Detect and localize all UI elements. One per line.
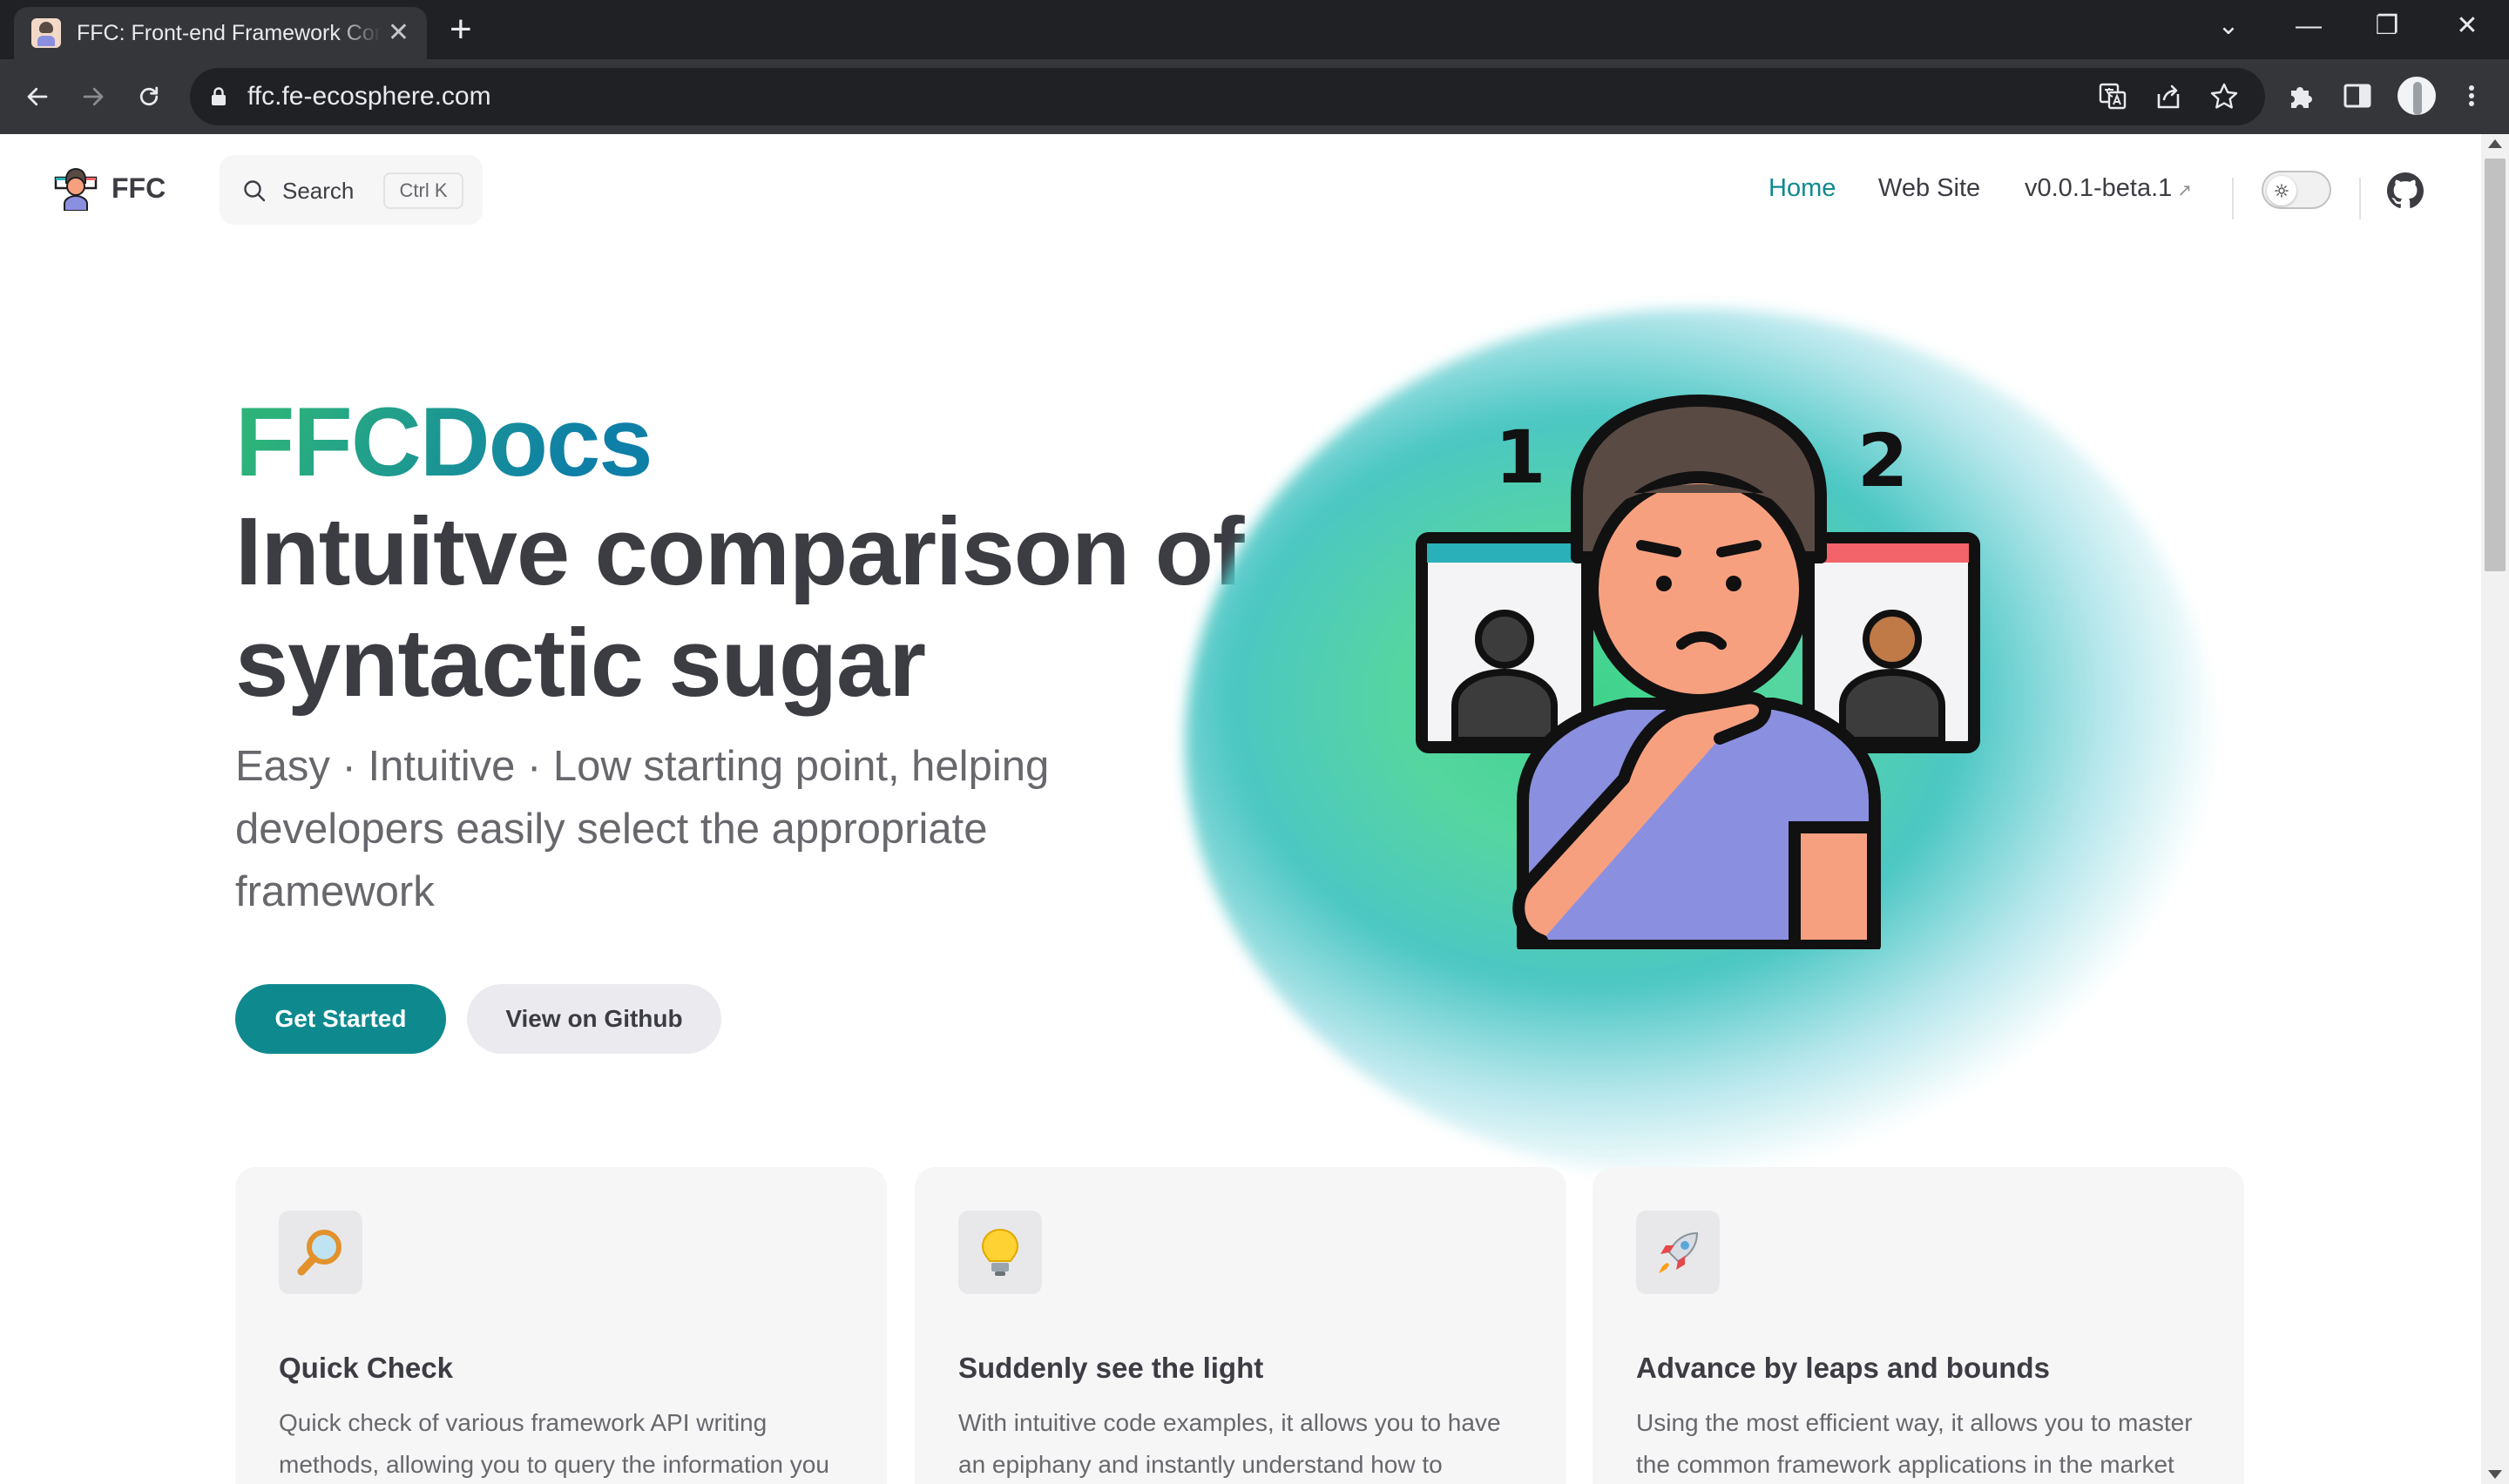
back-icon[interactable] (17, 77, 57, 117)
feature-card-quick-check: Quick Check Quick check of various frame… (235, 1167, 887, 1484)
tab-title: FFC: Front-end Framework Comparison (77, 20, 382, 45)
browser-menu-icon[interactable] (2458, 80, 2485, 111)
logo-icon[interactable] (54, 167, 98, 211)
browser-toolbar: ffc.fe-ecosphere.com (0, 59, 2509, 134)
nav-divider (2359, 178, 2361, 219)
new-tab-button[interactable]: + (450, 10, 472, 49)
url-text[interactable]: ffc.fe-ecosphere.com (247, 82, 491, 111)
nav-link-web-site[interactable]: Web Site (1878, 174, 1980, 203)
search-label: Search (282, 178, 355, 204)
magnifier-icon (279, 1211, 362, 1294)
feature-description: Using the most efficient way, it allows … (1636, 1409, 2193, 1478)
scroll-thumb[interactable] (2485, 159, 2506, 571)
address-bar[interactable]: ffc.fe-ecosphere.com (190, 68, 2265, 125)
view-on-github-button[interactable]: View on Github (467, 984, 721, 1054)
page-viewport: FFC Search Ctrl K Home Web Site v0.0.1-b… (0, 134, 2509, 1484)
profile-avatar[interactable] (2397, 77, 2436, 115)
rocket-icon (1636, 1211, 1720, 1294)
scroll-up-arrow-icon[interactable] (2488, 139, 2502, 148)
close-tab-icon[interactable]: ✕ (388, 20, 409, 46)
feature-title: Quick Check (279, 1352, 453, 1384)
sun-icon (2275, 184, 2289, 198)
github-icon[interactable] (2387, 172, 2424, 209)
thinking-person-illustration: 1 2 (1416, 395, 1980, 949)
reload-icon[interactable] (129, 77, 169, 117)
lock-icon[interactable] (211, 87, 227, 106)
extensions-icon[interactable] (2286, 80, 2317, 111)
feature-description: Quick check of various framework API wri… (279, 1409, 829, 1478)
nav-divider (2232, 178, 2234, 219)
scroll-down-arrow-icon[interactable] (2488, 1470, 2502, 1479)
forward-icon[interactable] (73, 77, 113, 117)
external-link-icon: ↗ (2177, 181, 2193, 200)
browser-tab[interactable]: FFC: Front-end Framework Comparison ✕ (14, 7, 427, 59)
theme-toggle[interactable] (2262, 171, 2331, 209)
nav-link-version[interactable]: v0.0.1-beta.1 ↗ (2025, 174, 2192, 203)
feature-title: Advance by leaps and bounds (1636, 1352, 2050, 1384)
hero-headline: Intuitve comparison of syntactic sugar (235, 498, 1245, 717)
close-window-icon[interactable]: ✕ (2441, 9, 2493, 44)
search-button[interactable]: Search Ctrl K (220, 155, 483, 225)
translate-icon[interactable] (2098, 82, 2127, 111)
bookmark-star-icon[interactable] (2209, 82, 2239, 111)
hero-name: FFCDocs (235, 388, 653, 496)
get-started-button[interactable]: Get Started (235, 984, 446, 1054)
lightbulb-icon (958, 1211, 1042, 1294)
browser-tab-bar: FFC: Front-end Framework Comparison ✕ + … (0, 0, 2509, 59)
search-shortcut: Ctrl K (383, 172, 463, 209)
feature-title: Suddenly see the light (958, 1352, 1264, 1384)
tab-search-icon[interactable]: ⌄ (2202, 9, 2255, 44)
hero-tagline: Easy · Intuitive · Low starting point, h… (235, 743, 1050, 915)
search-icon (244, 180, 266, 202)
feature-card-see-the-light: Suddenly see the light With intuitive co… (915, 1167, 1566, 1484)
side-panel-icon[interactable] (2342, 80, 2373, 111)
nav-link-home[interactable]: Home (1768, 174, 1836, 203)
page-scrollbar[interactable] (2481, 134, 2509, 1484)
feature-description: With intuitive code examples, it allows … (958, 1409, 1501, 1478)
restore-icon[interactable]: ❐ (2361, 9, 2413, 44)
feature-card-leaps-and-bounds: Advance by leaps and bounds Using the mo… (1593, 1167, 2244, 1484)
theme-toggle-knob (2267, 176, 2296, 206)
share-icon[interactable] (2154, 82, 2183, 111)
illustration-label-1: 1 (1495, 415, 1545, 500)
version-label: v0.0.1-beta.1 (2025, 174, 2173, 202)
site-navbar: FFC Search Ctrl K Home Web Site v0.0.1-b… (0, 134, 2481, 244)
site-favicon-icon (31, 18, 61, 48)
site-logo-text[interactable]: FFC (112, 172, 166, 205)
minimize-icon[interactable]: — (2282, 9, 2335, 44)
illustration-label-2: 2 (1857, 418, 1908, 503)
